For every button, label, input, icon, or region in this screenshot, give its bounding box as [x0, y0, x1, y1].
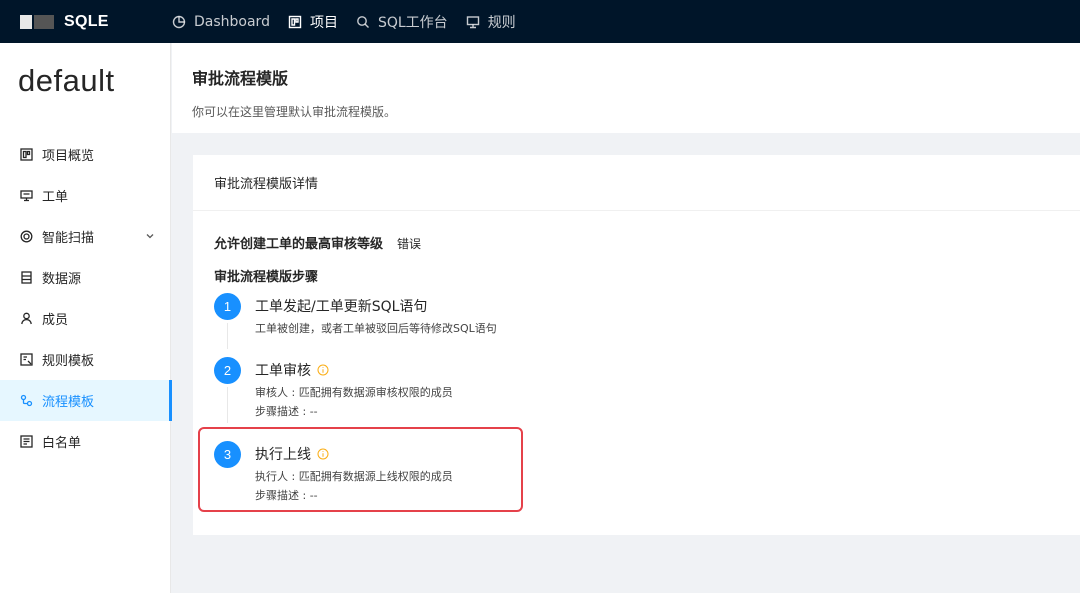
sidebar-item-label: 规则模板: [42, 354, 95, 369]
whitelist-icon: [20, 435, 33, 448]
nav-sql-workbench[interactable]: SQL工作台: [356, 12, 448, 32]
sidebar-item-label: 流程模板: [42, 395, 95, 410]
step-description: 步骤描述 : --: [255, 405, 318, 418]
project-name: default: [18, 63, 115, 98]
step-title-text: 工单发起/工单更新SQL语句: [255, 299, 428, 315]
page-header: 审批流程模版 你可以在这里管理默认审批流程模版。: [172, 43, 1080, 133]
nav-project[interactable]: 项目: [288, 12, 338, 32]
sidebar-item-rule-template[interactable]: 规则模板: [0, 339, 171, 380]
highlight-box: [198, 427, 523, 512]
step-title: 工单审核: [255, 360, 329, 380]
sidebar: default 项目概览 工单 智能扫描 数据源 成员 规则模板 流程模板 白名…: [0, 43, 172, 593]
step-title: 工单发起/工单更新SQL语句: [255, 296, 427, 316]
dashboard-icon: [172, 15, 186, 28]
step-connector: [227, 387, 228, 423]
sidebar-item-whitelist[interactable]: 白名单: [0, 421, 171, 462]
search-icon: [357, 15, 369, 28]
nav-dashboard-label: Dashboard: [194, 13, 270, 30]
overview-icon: [20, 148, 33, 161]
sidebar-menu: 项目概览 工单 智能扫描 数据源 成员 规则模板 流程模板 白名单: [0, 134, 172, 462]
sidebar-item-overview[interactable]: 项目概览: [0, 134, 171, 175]
step-connector: [227, 323, 228, 349]
sidebar-item-smart-scan[interactable]: 智能扫描: [0, 216, 171, 257]
max-audit-level-row: 允许创建工单的最高审核等级 错误: [214, 233, 421, 252]
datasource-icon: [21, 271, 32, 284]
order-icon: [20, 190, 33, 202]
monitor-icon: [466, 15, 479, 28]
step-number: 2: [214, 357, 241, 384]
nav-project-label: 项目: [309, 14, 338, 31]
card-title: 审批流程模版详情: [193, 155, 1080, 211]
sidebar-item-members[interactable]: 成员: [0, 298, 171, 339]
sidebar-item-workflow-template[interactable]: 流程模板: [0, 380, 172, 421]
logo-mark-icon: [20, 14, 56, 29]
sidebar-item-label: 白名单: [42, 436, 82, 451]
logo[interactable]: SQLE: [20, 0, 109, 43]
workflow-icon: [20, 394, 33, 407]
nav-dashboard[interactable]: Dashboard: [172, 14, 270, 30]
sidebar-item-label: 成员: [42, 313, 69, 328]
main-nav: Dashboard 项目 SQL工作台 规则: [172, 0, 534, 43]
step-description: 工单被创建，或者工单被驳回后等待修改SQL语句: [255, 322, 497, 335]
rule-template-icon: [20, 353, 33, 366]
sidebar-item-label: 智能扫描: [42, 231, 95, 246]
sidebar-item-label: 数据源: [42, 272, 82, 287]
top-navbar: SQLE Dashboard 项目 SQL工作台 规则: [0, 0, 1080, 43]
nav-rules-label: 规则: [487, 14, 516, 31]
project-icon: [288, 15, 302, 28]
scan-icon: [20, 230, 33, 243]
max-audit-level-value: 错误: [397, 237, 422, 251]
step-number: 1: [214, 293, 241, 320]
page-title: 审批流程模版: [192, 69, 289, 88]
sidebar-item-label: 项目概览: [42, 149, 95, 164]
sidebar-item-orders[interactable]: 工单: [0, 175, 171, 216]
step-reviewer: 审核人 : 匹配拥有数据源审核权限的成员: [255, 386, 453, 399]
chevron-down-icon[interactable]: [145, 231, 155, 241]
sidebar-item-datasource[interactable]: 数据源: [0, 257, 171, 298]
nav-rules[interactable]: 规则: [466, 12, 516, 32]
steps-title: 审批流程模版步骤: [214, 270, 319, 285]
step-title-text: 工单审核: [255, 363, 311, 379]
sidebar-item-label: 工单: [42, 190, 69, 205]
nav-sql-workbench-label: SQL工作台: [377, 14, 448, 31]
info-icon[interactable]: [317, 364, 329, 376]
user-icon: [21, 312, 32, 325]
brand-name: SQLE: [64, 12, 109, 30]
page-description: 你可以在这里管理默认审批流程模版。: [192, 105, 397, 119]
max-audit-level-label: 允许创建工单的最高审核等级: [214, 237, 384, 252]
